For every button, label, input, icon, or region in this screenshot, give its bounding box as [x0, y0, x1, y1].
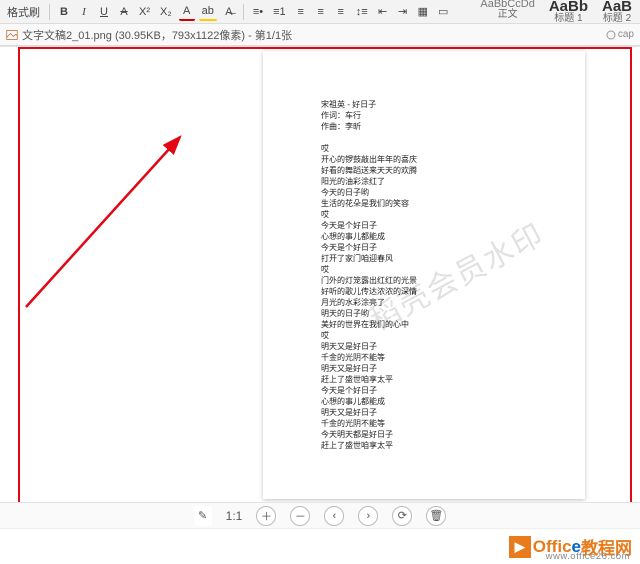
style-gallery: AaBbCcDd 正文 AaBb 标题 1 AaB 标题 2 [480, 0, 632, 24]
border-button[interactable]: ▭ [435, 3, 451, 21]
bullets-button[interactable]: ≡• [250, 3, 266, 21]
align-right-button[interactable]: ≡ [333, 3, 349, 21]
subscript-button[interactable]: X₂ [157, 3, 175, 21]
image-preview-viewport: 稻壳会员水印 宋祖英 - 好日子 作词：车行 作曲：李昕 哎 开心的锣鼓敲出年年… [0, 46, 640, 506]
align-left-button[interactable]: ≡ [293, 3, 309, 21]
zoom-out-button[interactable]: － [290, 506, 310, 526]
ribbon-toolbar: 格式刷 B I U A X² X₂ A ab A̶ ≡• ≡1 ≡ ≡ ≡ ↕≡… [0, 0, 640, 24]
document-page[interactable]: 稻壳会员水印 宋祖英 - 好日子 作词：车行 作曲：李昕 哎 开心的锣鼓敲出年年… [263, 51, 585, 499]
indent-inc-button[interactable]: ⇥ [395, 3, 411, 21]
italic-button[interactable]: I [76, 3, 92, 21]
shading-button[interactable]: ▦ [415, 3, 431, 21]
style-heading-2[interactable]: AaB 标题 2 [602, 0, 632, 24]
strikethrough-button[interactable]: A [116, 3, 132, 21]
edit-image-button[interactable]: ✎ [194, 506, 212, 526]
zoom-actual-button[interactable]: 1:1 [226, 509, 243, 523]
numbering-button[interactable]: ≡1 [270, 3, 289, 21]
style-heading-1[interactable]: AaBb 标题 1 [549, 0, 588, 24]
prev-image-button[interactable]: ‹ [324, 506, 344, 526]
brand-icon: ▶ [509, 536, 531, 558]
zoom-in-button[interactable]: ＋ [256, 506, 276, 526]
highlight-button[interactable]: ab [199, 3, 217, 21]
tab-filename[interactable]: 文字文稿2_01.png (30.95KB，793x1122像素) - 第1/1… [22, 27, 292, 43]
tab-right-label[interactable]: cap [606, 29, 634, 40]
superscript-button[interactable]: X² [136, 3, 153, 21]
line-spacing-button[interactable]: ↕≡ [353, 3, 371, 21]
bold-button[interactable]: B [56, 3, 72, 21]
format-painter-button[interactable]: 格式刷 [4, 3, 43, 21]
font-color-button[interactable]: A [179, 3, 195, 21]
rotate-button[interactable]: ⟳ [392, 506, 412, 526]
style-body[interactable]: AaBbCcDd 正文 [480, 0, 534, 24]
document-tab-bar: 文字文稿2_01.png (30.95KB，793x1122像素) - 第1/1… [0, 24, 640, 46]
indent-dec-button[interactable]: ⇤ [375, 3, 391, 21]
image-file-icon [6, 29, 18, 41]
next-image-button[interactable]: › [358, 506, 378, 526]
clear-format-button[interactable]: A̶ [221, 3, 237, 21]
brand-url: www.office26.com [546, 551, 630, 562]
underline-button[interactable]: U [96, 3, 112, 21]
delete-button[interactable]: 🗑 [426, 506, 446, 526]
site-brand-footer: ▶ Office教程网 www.office26.com [0, 528, 640, 564]
document-body-text: 宋祖英 - 好日子 作词：车行 作曲：李昕 哎 开心的锣鼓敲出年年的喜庆 好看的… [321, 99, 417, 451]
align-center-button[interactable]: ≡ [313, 3, 329, 21]
image-viewer-controls: ✎ 1:1 ＋ － ‹ › ⟳ 🗑 [0, 502, 640, 528]
